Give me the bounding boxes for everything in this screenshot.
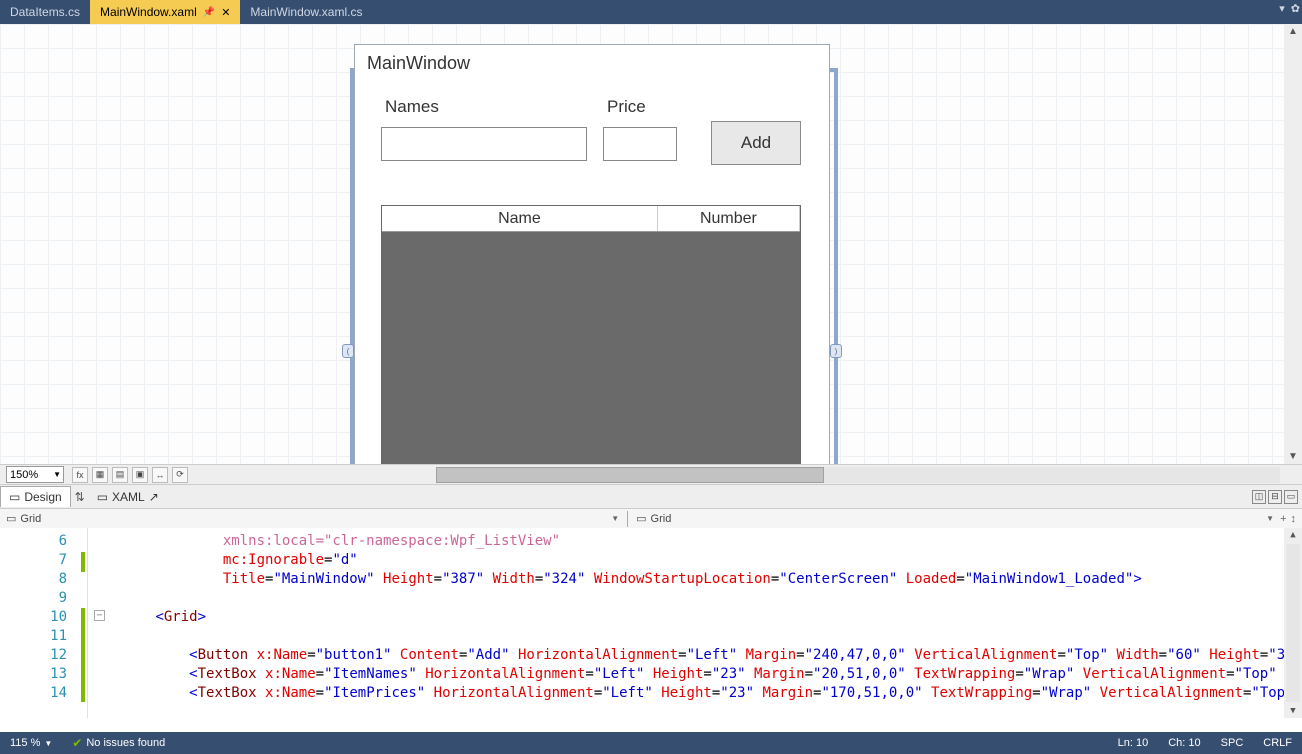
popout-icon[interactable]: ↗ — [149, 490, 159, 504]
listview-col-name[interactable]: Name — [382, 206, 658, 231]
tab-overflow-dropdown[interactable]: ▾ — [1279, 2, 1285, 15]
xaml-icon: ▭ — [97, 490, 108, 504]
design-icon: ▭ — [9, 490, 20, 504]
line-number: 14 — [0, 684, 67, 703]
scroll-down-icon[interactable]: ▼ — [1284, 449, 1302, 464]
breadcrumb-right[interactable]: ▭ Grid — [630, 512, 1266, 525]
listview[interactable]: Name Number — [381, 205, 801, 464]
xaml-code-editor[interactable]: 6 7 8 9 10 11 12 13 14 − xmlns:local="cl… — [0, 528, 1302, 718]
xaml-tab[interactable]: ▭ XAML ↗ — [89, 487, 167, 507]
add-button-label: Add — [741, 133, 771, 153]
document-tabbar: DataItems.cs MainWindow.xaml 📌 ✕ MainWin… — [0, 0, 1302, 24]
scroll-thumb[interactable] — [436, 467, 824, 483]
design-canvas[interactable]: ⌒ ( ) MainWindow Names Price Add Name Nu… — [0, 24, 1302, 464]
chevron-down-icon: ▼ — [53, 470, 63, 479]
listview-header: Name Number — [382, 206, 800, 232]
line-number-gutter: 6 7 8 9 10 11 12 13 14 — [0, 528, 88, 718]
wpf-window-preview[interactable]: MainWindow Names Price Add Name Number — [354, 44, 830, 464]
split-vertical-icon[interactable]: ◫ — [1252, 490, 1266, 504]
scroll-track[interactable] — [1286, 544, 1300, 702]
effects-toggle-icon[interactable]: fx — [72, 467, 88, 483]
status-issues[interactable]: ✔No issues found — [62, 736, 175, 750]
designer-toolbar: 150% ▼ fx ▦ ▤ ▣ ↔ ⟳ — [0, 464, 1302, 484]
window-title: MainWindow — [355, 45, 829, 81]
status-lineending[interactable]: CRLF — [1253, 737, 1302, 749]
tab-settings-icon[interactable]: ✿ — [1291, 2, 1300, 15]
line-number: 13 — [0, 665, 67, 684]
breadcrumb-left-label: Grid — [20, 513, 41, 525]
close-icon[interactable]: ✕ — [221, 6, 230, 19]
xaml-tab-label: XAML — [112, 490, 145, 504]
modified-marker — [81, 608, 85, 702]
modified-marker — [81, 552, 85, 572]
grid-snap-icon[interactable]: ▦ — [92, 467, 108, 483]
status-bar: 115 %▼ ✔No issues found Ln: 10 Ch: 10 SP… — [0, 732, 1302, 754]
container-icon: ▭ — [6, 512, 16, 525]
xaml-breadcrumb-bar: ▭ Grid ▼ ▭ Grid ▼ + ↕ — [0, 508, 1302, 528]
zoom-combo[interactable]: 150% ▼ — [6, 466, 64, 483]
line-number: 8 — [0, 570, 67, 589]
line-number: 11 — [0, 627, 67, 646]
scroll-down-icon[interactable]: ▼ — [1284, 704, 1302, 718]
status-indent[interactable]: SPC — [1211, 737, 1254, 749]
status-line[interactable]: Ln: 10 — [1108, 737, 1159, 749]
tab-mainwindow-xaml[interactable]: MainWindow.xaml 📌 ✕ — [90, 0, 240, 24]
designer-pane: ⌒ ( ) MainWindow Names Price Add Name Nu… — [0, 24, 1302, 484]
tab-mainwindow-xaml-cs[interactable]: MainWindow.xaml.cs — [240, 0, 372, 24]
vertical-scrollbar-code[interactable]: ▲ ▼ — [1284, 528, 1302, 718]
design-tab[interactable]: ▭ Design — [0, 486, 71, 507]
line-number: 7 — [0, 551, 67, 570]
status-col[interactable]: Ch: 10 — [1158, 737, 1210, 749]
breadcrumb-left[interactable]: ▭ Grid — [0, 512, 47, 525]
line-number: 12 — [0, 646, 67, 665]
split-horizontal-icon[interactable]: ⊟ — [1268, 490, 1282, 504]
scroll-up-icon[interactable]: ▲ — [1284, 528, 1302, 542]
pin-icon[interactable]: 📌 — [203, 7, 215, 18]
horizontal-scrollbar-designer[interactable] — [436, 467, 1280, 483]
auto-size-icon[interactable]: ↔ — [152, 467, 168, 483]
label-names: Names — [385, 97, 439, 117]
line-number: 9 — [0, 589, 67, 608]
snap-icon[interactable]: ▣ — [132, 467, 148, 483]
listview-col-number[interactable]: Number — [658, 206, 800, 231]
line-number: 6 — [0, 532, 67, 551]
breadcrumb-right-label: Grid — [651, 513, 672, 525]
chevron-down-icon[interactable]: ▼ — [611, 514, 625, 523]
code-fold-toggle[interactable]: − — [94, 610, 105, 621]
scroll-up-icon[interactable]: ▲ — [1284, 24, 1302, 39]
container-icon: ▭ — [636, 512, 646, 525]
check-icon: ✔ — [72, 736, 82, 750]
gridlines-icon[interactable]: ▤ — [112, 467, 128, 483]
design-tab-label: Design — [24, 490, 61, 504]
vertical-scrollbar-designer[interactable]: ▲ ▼ — [1284, 24, 1302, 464]
split-mode-bar: ▭ Design ⇅ ▭ XAML ↗ ◫ ⊟ ▭ — [0, 484, 1302, 508]
swap-panes-icon[interactable]: ⇅ — [71, 490, 89, 504]
breadcrumb-divider — [627, 511, 628, 527]
code-content[interactable]: xmlns:local="clr-namespace:Wpf_ListView"… — [88, 528, 1302, 718]
line-number: 10 — [0, 608, 67, 627]
textbox-item-prices[interactable] — [603, 127, 677, 161]
chevron-down-icon[interactable]: ▼ — [1266, 514, 1280, 523]
tab-label: MainWindow.xaml.cs — [250, 5, 362, 19]
textbox-item-names[interactable] — [381, 127, 587, 161]
status-zoom[interactable]: 115 %▼ — [0, 737, 62, 749]
nav-split-icon[interactable]: ↕ — [1291, 513, 1302, 525]
label-price: Price — [607, 97, 646, 117]
tab-label: DataItems.cs — [10, 5, 80, 19]
collapse-pane-icon[interactable]: ▭ — [1284, 490, 1298, 504]
tab-label: MainWindow.xaml — [100, 5, 197, 19]
nav-plus-icon[interactable]: + — [1280, 513, 1290, 525]
refresh-icon[interactable]: ⟳ — [172, 467, 188, 483]
zoom-value: 150% — [10, 469, 38, 481]
tab-dataitems[interactable]: DataItems.cs — [0, 0, 90, 24]
add-button[interactable]: Add — [711, 121, 801, 165]
